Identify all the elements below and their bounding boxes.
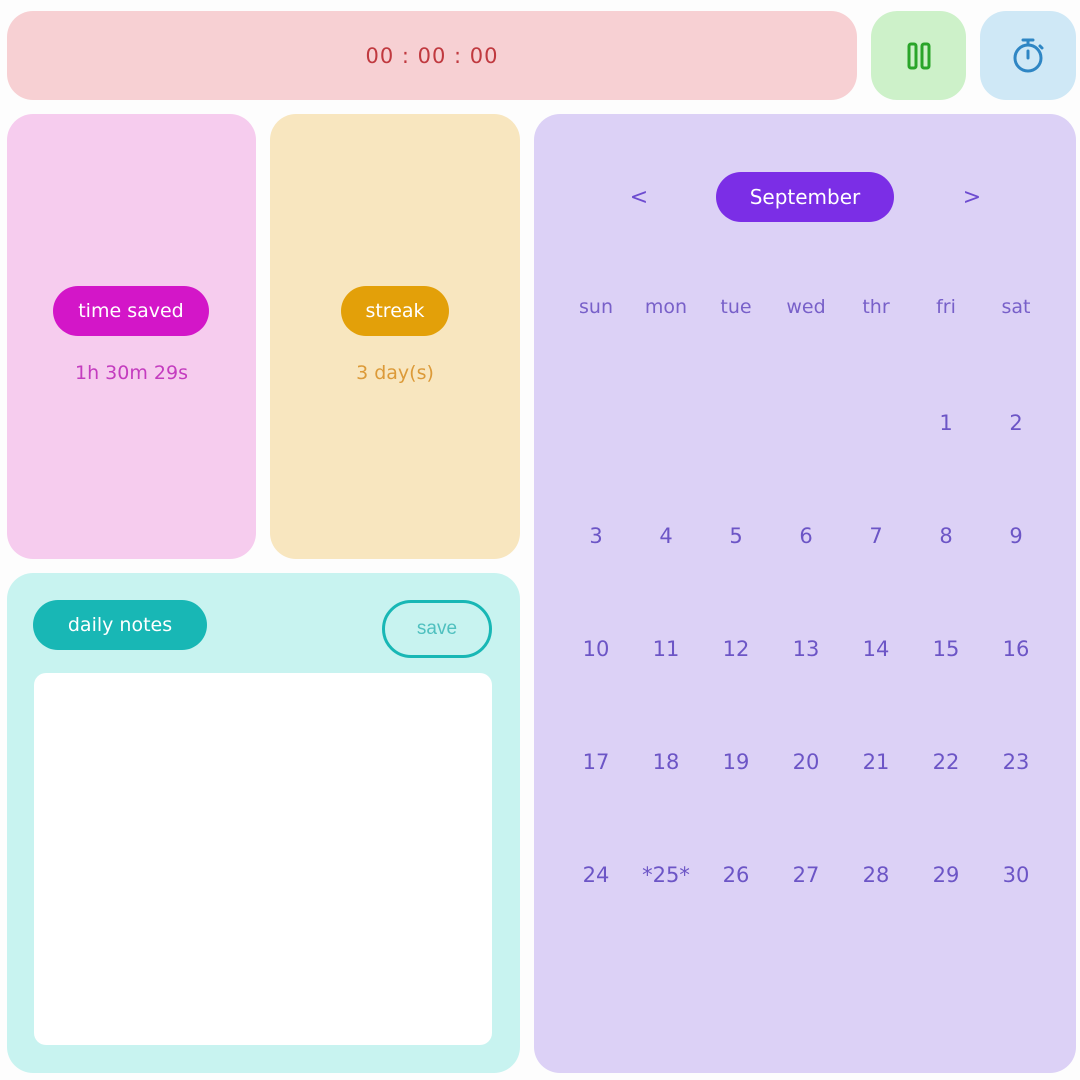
weekday-label: mon: [644, 296, 688, 318]
timer-bar: 00 : 00 : 00: [7, 11, 857, 100]
calendar-day[interactable]: 8: [911, 521, 981, 551]
calendar-day[interactable]: 30: [981, 860, 1051, 890]
calendar-day[interactable]: 28: [841, 860, 911, 890]
calendar-day[interactable]: 7: [841, 521, 911, 551]
weekday-label: wed: [786, 296, 826, 318]
calendar-day[interactable]: 6: [771, 521, 841, 551]
time-saved-card: time saved 1h 30m 29s: [7, 114, 256, 559]
calendar-week: 24 *25* 26 27 28 29 30: [561, 860, 1051, 890]
calendar-day[interactable]: 16: [981, 634, 1051, 664]
weekday-label: tue: [720, 296, 752, 318]
weekday-header: sun mon tue wed thr fri sat: [561, 296, 1051, 318]
calendar-week: 1 2: [561, 408, 1051, 438]
calendar-day[interactable]: 26: [701, 860, 771, 890]
calendar-day[interactable]: 27: [771, 860, 841, 890]
prev-month-button[interactable]: <: [619, 176, 659, 218]
calendar-day: [631, 408, 701, 438]
calendar-day[interactable]: 13: [771, 634, 841, 664]
calendar-day: [701, 408, 771, 438]
calendar-day[interactable]: 4: [631, 521, 701, 551]
timer-display: 00 : 00 : 00: [365, 43, 499, 68]
weekday-label: fri: [936, 296, 956, 318]
time-saved-value: 1h 30m 29s: [75, 362, 188, 384]
calendar-week: 3 4 5 6 7 8 9: [561, 521, 1051, 551]
calendar-day: [841, 408, 911, 438]
daily-notes-card: daily notes save: [7, 573, 520, 1073]
calendar-day[interactable]: 15: [911, 634, 981, 664]
calendar-day[interactable]: 20: [771, 747, 841, 777]
weekday-label: thr: [862, 296, 890, 318]
calendar-day[interactable]: 5: [701, 521, 771, 551]
time-saved-label: time saved: [53, 286, 209, 336]
calendar-day[interactable]: 2: [981, 408, 1051, 438]
save-button[interactable]: save: [382, 600, 492, 658]
calendar-day[interactable]: 1: [911, 408, 981, 438]
calendar-day[interactable]: 11: [631, 634, 701, 664]
calendar-day[interactable]: 12: [701, 634, 771, 664]
calendar-day[interactable]: 17: [561, 747, 631, 777]
stopwatch-icon: [1013, 38, 1044, 72]
pause-icon: [907, 42, 930, 69]
streak-card: streak 3 day(s): [270, 114, 520, 559]
daily-notes-label: daily notes: [33, 600, 207, 650]
dashboard: 00 : 00 : 00 time saved 1h 30m 29s strea…: [0, 0, 1080, 1080]
calendar-day[interactable]: 10: [561, 634, 631, 664]
notes-textarea[interactable]: [34, 673, 492, 1045]
calendar-day[interactable]: 18: [631, 747, 701, 777]
calendar-day-today[interactable]: *25*: [631, 860, 701, 890]
calendar-day[interactable]: 9: [981, 521, 1051, 551]
calendar-day[interactable]: 19: [701, 747, 771, 777]
calendar-day[interactable]: 29: [911, 860, 981, 890]
calendar-week: 10 11 12 13 14 15 16: [561, 634, 1051, 664]
next-month-button[interactable]: >: [952, 176, 992, 218]
calendar-day: [561, 408, 631, 438]
calendar-day[interactable]: 22: [911, 747, 981, 777]
streak-value: 3 day(s): [356, 362, 434, 384]
calendar-week: 17 18 19 20 21 22 23: [561, 747, 1051, 777]
month-label: September: [716, 172, 894, 222]
weekday-label: sat: [1001, 296, 1031, 318]
pause-button[interactable]: [871, 11, 966, 100]
calendar-day[interactable]: 21: [841, 747, 911, 777]
weekday-label: sun: [579, 296, 613, 318]
calendar-day[interactable]: 3: [561, 521, 631, 551]
calendar-day[interactable]: 24: [561, 860, 631, 890]
calendar-day[interactable]: 23: [981, 747, 1051, 777]
calendar-day[interactable]: 14: [841, 634, 911, 664]
calendar: < September > sun mon tue wed thr fri sa…: [534, 114, 1076, 1073]
calendar-day: [771, 408, 841, 438]
stopwatch-button[interactable]: [980, 11, 1076, 100]
streak-label: streak: [341, 286, 449, 336]
